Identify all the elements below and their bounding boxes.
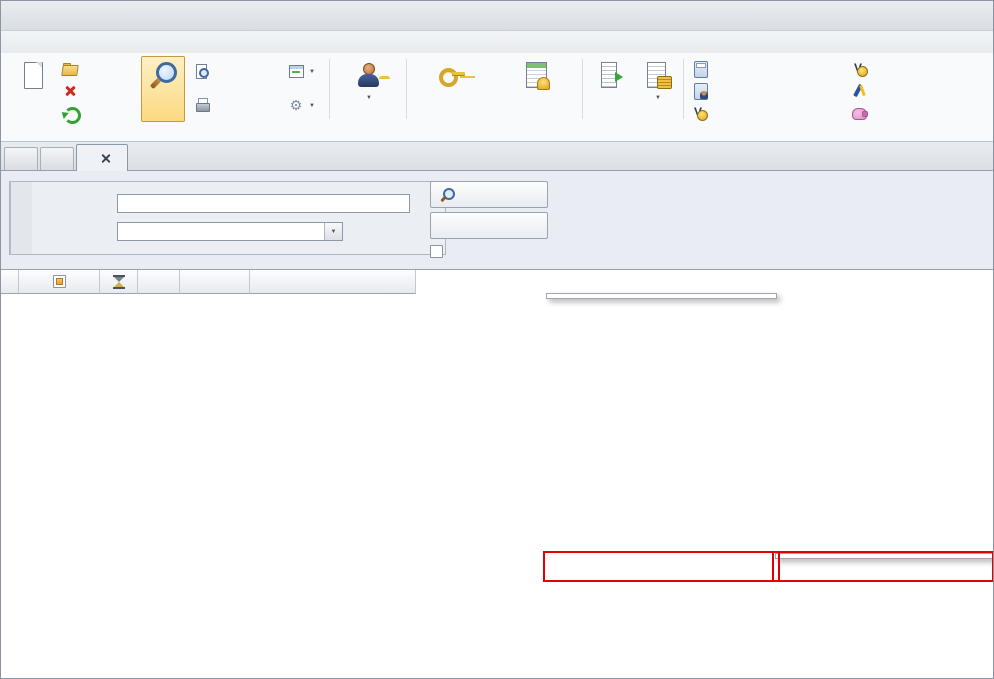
tab-strip [1, 142, 993, 171]
tab-arrendadores[interactable] [76, 144, 128, 171]
column-header-codigo-auxiliar[interactable] [180, 270, 250, 294]
chevron-down-icon: ▼ [655, 95, 661, 102]
search-icon [147, 59, 179, 91]
arrendadores-select[interactable] [117, 222, 343, 241]
facturas-button[interactable]: ▼ [635, 56, 681, 122]
imprimir-button[interactable] [191, 95, 283, 115]
application-window: ▼ ⚙ ▼ ▼ ▼ [0, 0, 994, 679]
buscar-por-group-label [10, 182, 32, 254]
new-document-icon [17, 59, 49, 91]
preview-icon [194, 63, 210, 79]
menubar-item-configuracion[interactable] [117, 40, 145, 44]
refresh-icon [62, 105, 78, 121]
facturas-submenu [775, 553, 994, 559]
menubar-item-herramientas[interactable] [89, 40, 117, 44]
cobros-pagos-de-inquilinos-button[interactable] [689, 81, 847, 101]
liquidaciones-button[interactable] [689, 103, 847, 123]
search-panel [9, 181, 446, 255]
solicitar-filtro-row [430, 245, 449, 258]
select-all-header[interactable] [19, 270, 100, 294]
context-menu [546, 293, 777, 299]
printer-icon [194, 97, 210, 113]
propiedades-en-alquiler-button[interactable] [411, 56, 493, 122]
content-area [1, 171, 993, 679]
open-folder-icon [62, 61, 78, 77]
person-key-icon [353, 59, 385, 91]
ribbon-separator [329, 59, 330, 119]
recibos-button[interactable] [587, 56, 633, 122]
liquidaciones-icon [852, 61, 868, 77]
vista-previa-button[interactable] [191, 61, 283, 81]
menubar-item-datos-basicos[interactable] [33, 40, 61, 44]
revisiones-y-certificados-button[interactable] [495, 56, 579, 122]
column-header-tipo-de-arrendador[interactable] [250, 270, 416, 294]
calculator-icon [692, 61, 708, 77]
ribbon-separator [406, 59, 407, 119]
calculator-person-icon [692, 83, 708, 99]
row-indicator-header[interactable] [1, 270, 19, 294]
invoice-coins-icon [642, 59, 674, 91]
liquidaciones-pagos-pendie-button[interactable] [849, 59, 994, 79]
close-tab-icon[interactable] [101, 153, 111, 163]
menubar-item-plantillas-de-texto[interactable] [61, 40, 89, 44]
chevron-down-icon: ▼ [309, 103, 315, 109]
cobros-pagos-del-arrendador-button[interactable] [689, 59, 847, 79]
informes-dropdown-button[interactable]: ▼ [285, 61, 321, 81]
actualizar-button[interactable] [59, 103, 141, 123]
abrir-button[interactable] [59, 59, 141, 79]
liquidaciones-icon [692, 105, 708, 121]
cobros-anticipados-button[interactable] [849, 103, 994, 123]
title-bar [1, 1, 993, 31]
menubar-item-ayuda[interactable] [173, 40, 201, 44]
hourglass-column-header[interactable] [100, 270, 138, 294]
mostrar-todos-button[interactable] [430, 212, 548, 239]
buscar-ribbon-button[interactable] [141, 56, 185, 122]
search-icon [440, 187, 456, 203]
report-icon [288, 63, 304, 79]
ribbon-separator [683, 59, 684, 119]
chevron-down-icon: ▼ [309, 69, 315, 75]
notebook-bell-icon [521, 59, 553, 91]
chevron-down-icon[interactable] [324, 223, 342, 240]
piggy-bank-icon [852, 105, 868, 121]
eliminar-button[interactable] [59, 81, 141, 101]
data-grid [1, 269, 994, 679]
chevron-down-icon: ▼ [366, 95, 372, 102]
hourglass-icon [113, 275, 125, 289]
ribbon: ▼ ⚙ ▼ ▼ ▼ [1, 53, 993, 142]
procesos-dropdown-button[interactable]: ⚙ ▼ [285, 95, 321, 115]
nombre-input[interactable] [117, 194, 410, 213]
select-all-checkbox[interactable] [53, 275, 66, 288]
tab-calendario[interactable] [4, 147, 38, 170]
solicitar-filtro-checkbox[interactable] [430, 245, 443, 258]
menubar-item-configuracion-personal[interactable] [145, 40, 173, 44]
impuestos-button[interactable] [849, 81, 994, 101]
column-header-id-cliente[interactable] [138, 270, 180, 294]
grid-header-row [1, 270, 994, 294]
buscar-button[interactable] [430, 181, 548, 208]
menu-bar [1, 31, 993, 53]
delete-icon [62, 83, 78, 99]
receipt-icon [594, 59, 626, 91]
key-icon [436, 59, 468, 91]
arrendador-button[interactable]: ▼ [336, 56, 402, 122]
ribbon-separator [582, 59, 583, 119]
tax-agency-icon [852, 83, 868, 99]
menubar-item-informes[interactable] [5, 40, 33, 44]
nuevo-button[interactable] [9, 56, 57, 122]
tab-mis-comunicados-activos[interactable] [40, 147, 74, 170]
gear-icon: ⚙ [288, 97, 304, 113]
